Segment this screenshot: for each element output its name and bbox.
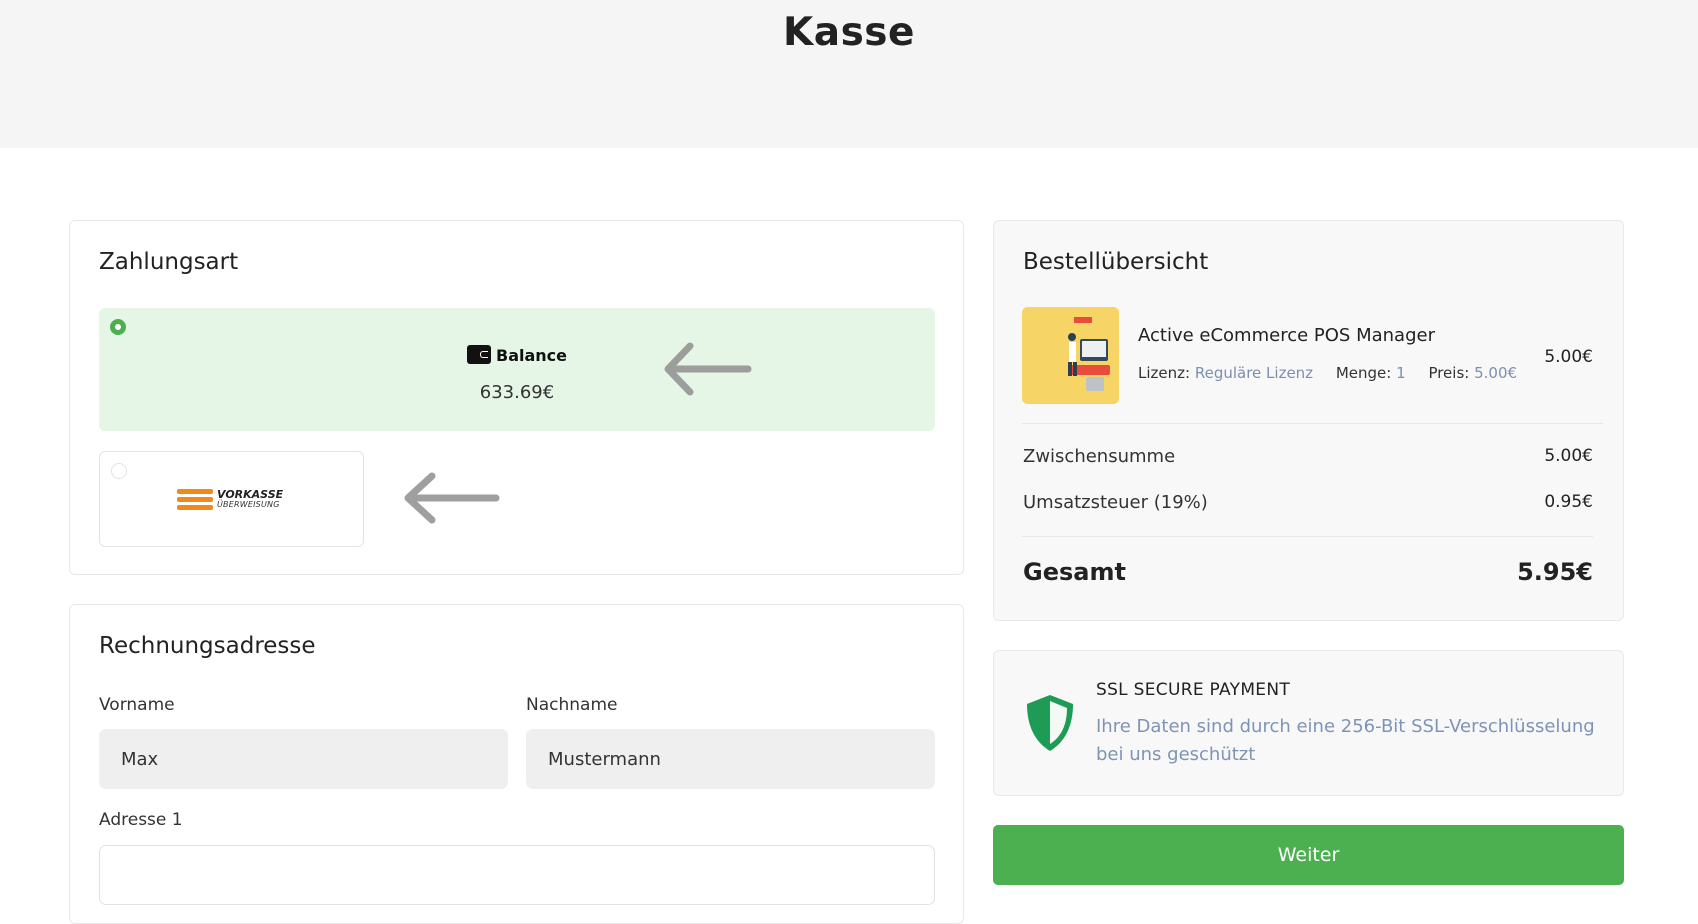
vorkasse-sublabel: ÜBERWEISUNG [217,500,280,509]
unit-price-label: Preis: [1428,364,1470,382]
ssl-title: SSL SECURE PAYMENT [1096,680,1291,700]
tax-label: Umsatzsteuer (19%) [1023,492,1208,513]
quantity-value: 1 [1396,364,1406,382]
balance-amount: 633.69€ [479,382,555,403]
payment-method-card: Zahlungsart Balance 633.69€ VORKASSE ÜBE… [69,220,964,575]
subtotal-label: Zwischensumme [1023,446,1176,467]
payment-option-balance[interactable]: Balance 633.69€ [99,308,935,431]
order-summary-card: Bestellübersicht Active eCommerce POS Ma… [993,220,1624,621]
annotation-arrow-left-icon [404,472,500,524]
summary-divider [1022,423,1603,424]
product-illustration-icon [1022,307,1119,404]
license-value: Reguläre Lizenz [1194,364,1314,382]
page-header: Kasse [0,0,1698,148]
last-name-label: Nachname [526,695,618,715]
vorkasse-label: VORKASSE [217,488,284,501]
first-name-input[interactable] [99,729,508,789]
vorkasse-bars-icon [177,489,213,511]
license-label: Lizenz: [1138,364,1191,382]
ssl-secure-card: SSL SECURE PAYMENT Ihre Daten sind durch… [993,650,1624,796]
annotation-arrow-left-icon [664,342,752,396]
summary-divider [1022,536,1593,537]
payment-method-title: Zahlungsart [99,249,239,275]
product-name: Active eCommerce POS Manager [1138,325,1435,346]
ssl-description: Ihre Daten sind durch eine 256-Bit SSL-V… [1096,716,1595,765]
address1-input[interactable] [99,845,935,905]
product-thumbnail [1022,307,1119,404]
payment-option-vorkasse[interactable]: VORKASSE ÜBERWEISUNG [99,451,364,547]
tax-value: 0.95€ [1544,492,1593,512]
first-name-label: Vorname [99,695,175,715]
balance-label: Balance [496,346,567,365]
balance-label-row: Balance [99,345,935,365]
subtotal-value: 5.00€ [1544,446,1593,466]
billing-address-title: Rechnungsadresse [99,633,316,659]
radio-balance[interactable] [110,319,126,335]
billing-address-card: Rechnungsadresse Vorname Nachname Adress… [69,604,964,924]
vorkasse-logo: VORKASSE ÜBERWEISUNG [177,489,283,511]
quantity-label: Menge: [1335,364,1392,382]
product-meta: Lizenz: Reguläre Lizenz Menge: 1 Preis: … [1138,364,1517,382]
radio-vorkasse[interactable] [111,463,127,479]
last-name-input[interactable] [526,729,935,789]
unit-price-value: 5.00€ [1474,364,1518,382]
address1-label: Adresse 1 [99,810,183,830]
order-summary-title: Bestellübersicht [1023,249,1209,275]
total-label: Gesamt [1023,558,1126,586]
wallet-icon [467,345,491,364]
continue-button[interactable]: Weiter [993,825,1624,885]
total-value: 5.95€ [1517,558,1593,586]
product-line-total: 5.00€ [1544,347,1593,367]
shield-icon [1027,695,1073,751]
page-title: Kasse [783,10,915,55]
